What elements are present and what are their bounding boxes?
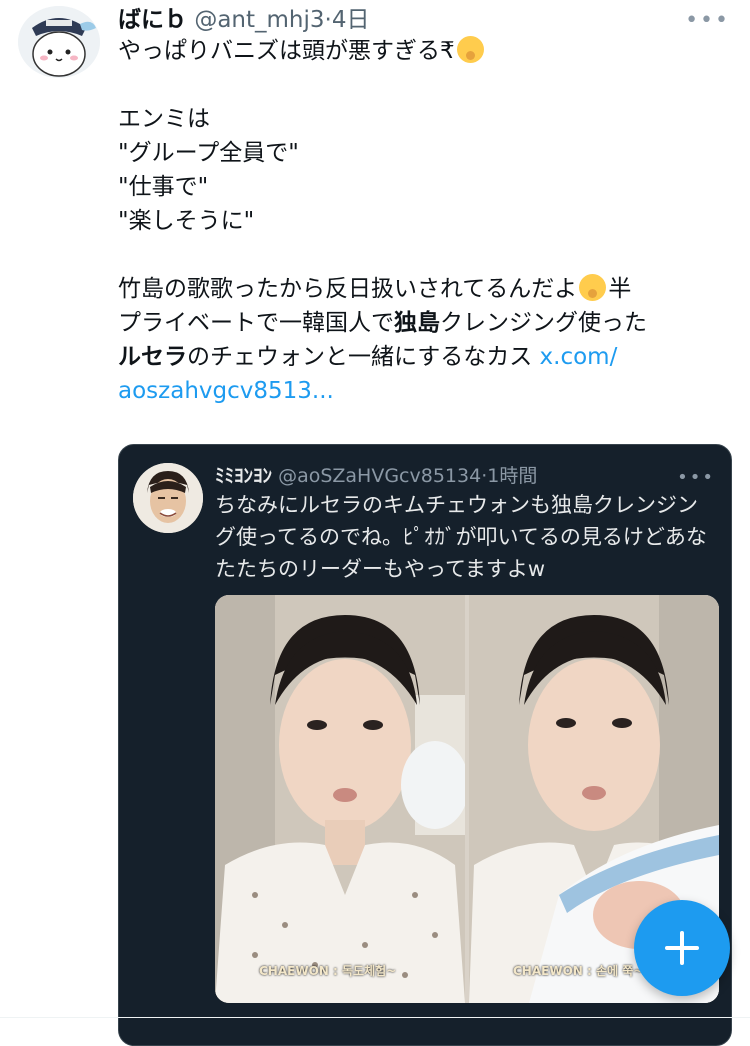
text-fragment: 半 <box>608 276 632 302</box>
text-line: "楽しそうに" <box>118 208 255 234</box>
tweet-header: ばにｂ @ant_mhj3·4日 <box>118 0 370 33</box>
quote-author-handle[interactable]: @aoSZaHVGcv85134 <box>278 465 481 487</box>
video-caption: CHAEWON : 손에 쭉~ <box>513 964 644 978</box>
video-caption: CHAEWON : 독도체험~ <box>259 964 397 978</box>
tweet-link[interactable]: x.com/ <box>540 344 618 370</box>
text-line: エンミは <box>118 106 210 132</box>
more-options-icon[interactable]: ••• <box>685 10 730 32</box>
media-photo-left[interactable]: CHAEWON : 독도체험~ <box>215 595 465 1003</box>
quote-author-name[interactable]: ﾐﾐﾖﾝﾖﾝ <box>215 465 272 487</box>
tweet-text: やっぱりバニズは頭が悪すぎる₹ エンミは "グループ全員で" "仕事で" "楽し… <box>118 34 733 408</box>
divider <box>0 1017 750 1018</box>
hand-over-mouth-emoji-icon <box>456 36 484 63</box>
quote-author-avatar[interactable] <box>133 463 203 533</box>
text-line: のチェウォンと一緒にするなカス <box>187 344 533 370</box>
person-face-icon <box>133 463 203 533</box>
bold-text: ルセラ <box>118 344 187 370</box>
text-fragment: クレンジング使った <box>440 310 647 336</box>
text-line: "グループ全員で" <box>118 140 299 166</box>
quote-time[interactable]: 1時間 <box>487 465 537 487</box>
quote-text: ちなみにルセラのキムチェウォンも独島クレンジング使ってるのでね。ﾋﾟｵｶﾞが叩い… <box>215 493 707 581</box>
bold-text: 独島 <box>394 310 440 336</box>
character-icon <box>18 6 100 78</box>
separator-dot: · <box>324 7 332 33</box>
text-line: やっぱりバニズは頭が悪すぎる <box>118 38 440 64</box>
text-line: 竹島の歌歌ったから反日扱いされてるんだよ <box>118 276 578 302</box>
text-line: プライベートで一韓国人で <box>118 310 394 336</box>
author-avatar[interactable] <box>18 6 100 78</box>
photo-woman-cleansing-left <box>215 595 465 1003</box>
plus-icon <box>665 931 699 965</box>
quote-more-icon[interactable]: ••• <box>677 469 715 487</box>
text-fragment: ₹ <box>440 38 455 64</box>
tweet-time[interactable]: 4日 <box>332 7 370 33</box>
quote-header: ﾐﾐﾖﾝﾖﾝ @aoSZaHVGcv85134·1時間 <box>215 461 537 488</box>
author-handle[interactable]: @ant_mhj3 <box>194 7 324 33</box>
tweet-link-continued[interactable]: aoszahvgcv8513... <box>118 378 334 404</box>
hand-over-mouth-emoji-icon <box>579 274 607 301</box>
text-line: "仕事で" <box>118 174 209 200</box>
compose-button[interactable] <box>634 900 730 996</box>
author-name[interactable]: ばにｂ <box>118 7 187 33</box>
